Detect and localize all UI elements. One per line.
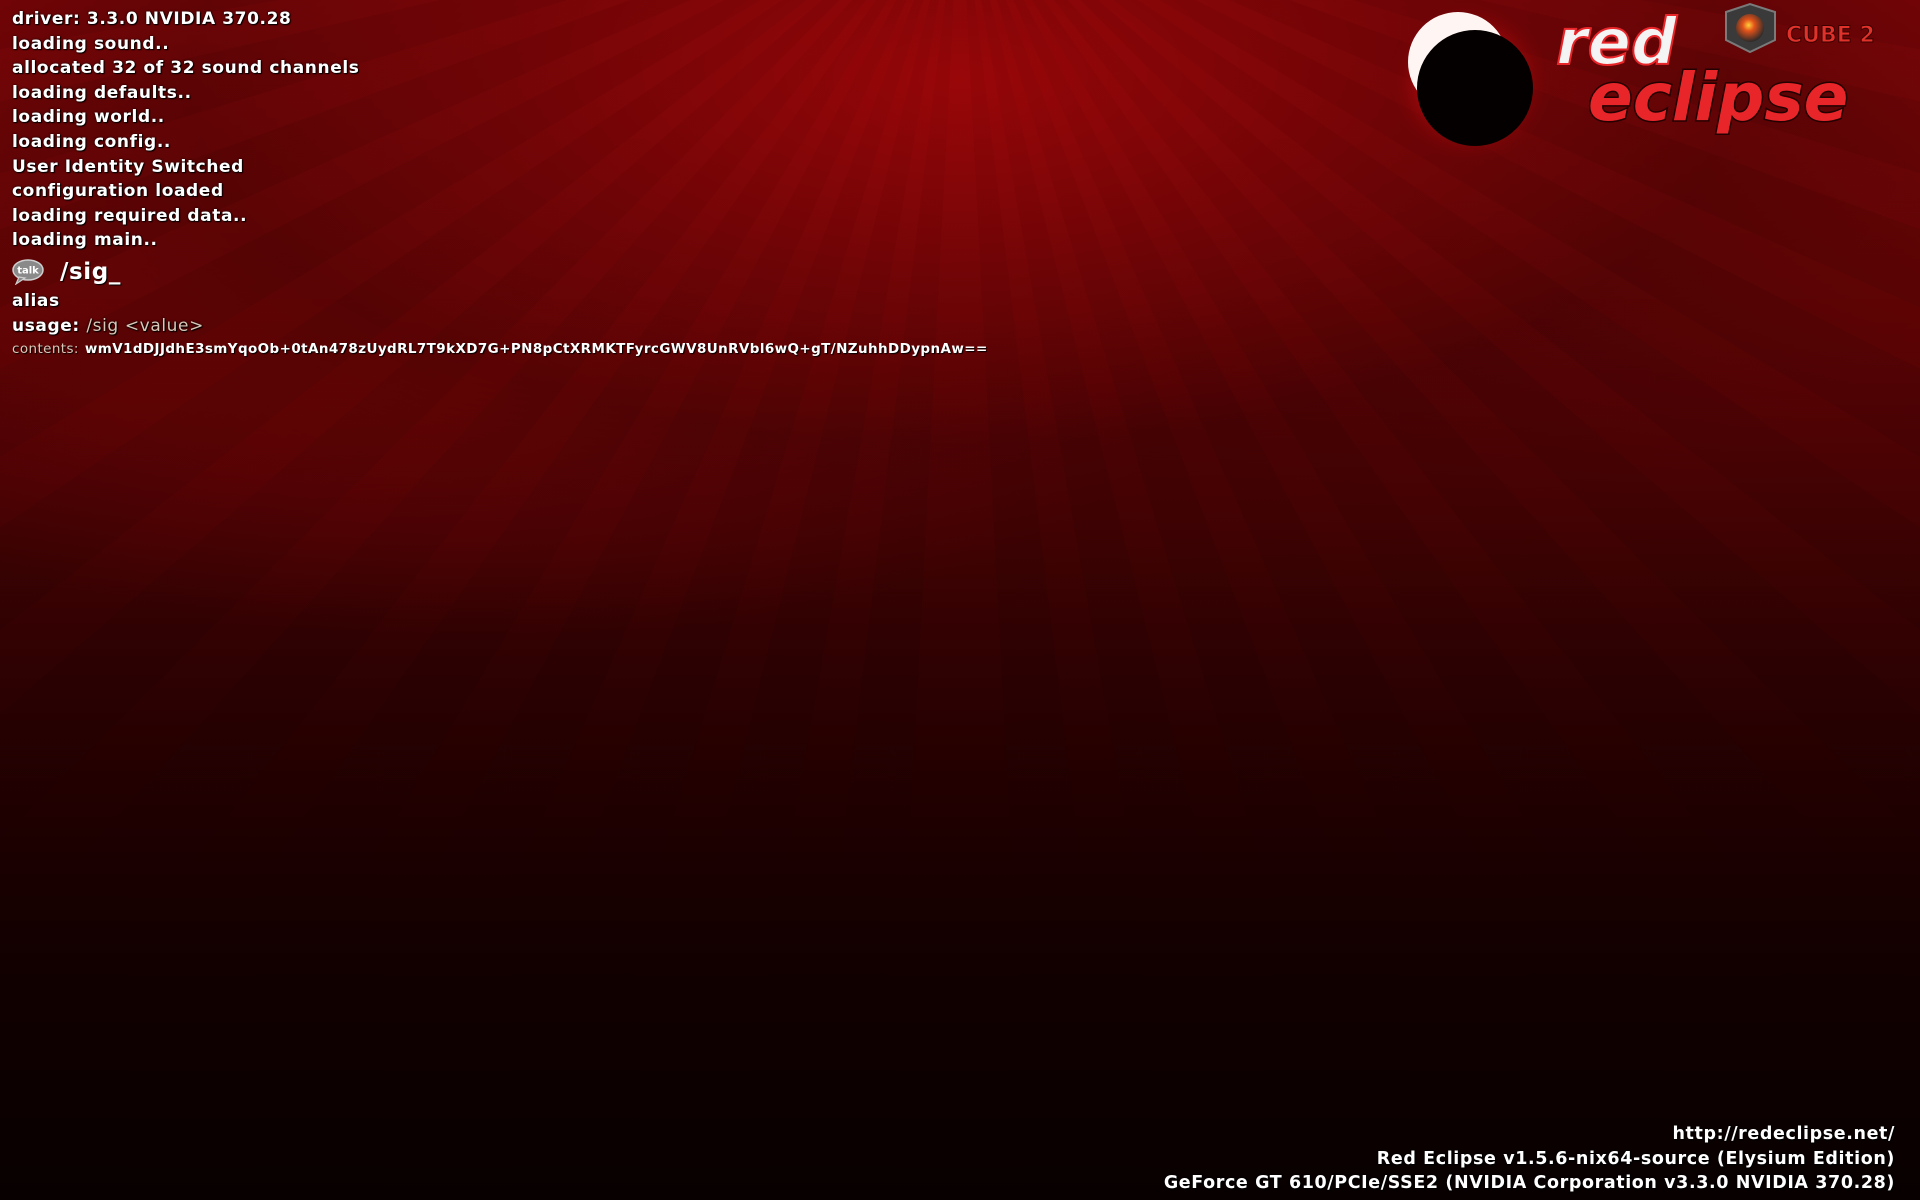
console-line: allocated 32 of 32 sound channels bbox=[12, 58, 360, 79]
console-line: loading main.. bbox=[12, 230, 158, 251]
eclipse-moon bbox=[1417, 30, 1533, 146]
renderer-string: GeForce GT 610/PCIe/SSE2 (NVIDIA Corpora… bbox=[1163, 1173, 1895, 1194]
console-line: loading required data.. bbox=[12, 205, 248, 226]
alias-line: alias bbox=[12, 290, 60, 311]
version-info: http://redeclipse.net/ Red Eclipse v1.5.… bbox=[1164, 1122, 1895, 1196]
talk-bubble-icon: talk bbox=[12, 259, 44, 285]
version-string: Red Eclipse v1.5.6-nix64-source (Elysium… bbox=[1376, 1148, 1895, 1169]
usage-command: /sig <value> bbox=[86, 315, 204, 336]
console-line: loading config.. bbox=[12, 131, 171, 152]
talk-icon-label: talk bbox=[17, 265, 39, 276]
usage-line: usage: /sig <value> bbox=[12, 314, 1112, 339]
red-eclipse-logo: red eclipse CUBE 2 bbox=[1386, 0, 1875, 160]
contents-value: wmV1dDJJdhE3smYqoOb+0tAn478zUydRL7T9kXD7… bbox=[84, 341, 988, 358]
console-line: loading sound.. bbox=[12, 33, 170, 54]
contents-label: contents: bbox=[12, 341, 79, 358]
console-line: driver: 3.3.0 NVIDIA 370.28 bbox=[12, 9, 292, 29]
console-input[interactable]: talk /sig_ bbox=[12, 255, 1112, 289]
contents-line: contents: wmV1dDJJdhE3smYqoOb+0tAn478zUyd… bbox=[12, 338, 1112, 360]
console-line: loading world.. bbox=[12, 107, 165, 128]
cube2-orb bbox=[1736, 14, 1764, 42]
console-line: configuration loaded bbox=[12, 181, 224, 202]
usage-label: usage: bbox=[12, 315, 80, 336]
console-input-text[interactable]: /sig_ bbox=[60, 259, 121, 285]
cube2-badge: CUBE 2 bbox=[1786, 23, 1875, 48]
website-url[interactable]: http://redeclipse.net/ bbox=[1164, 1122, 1895, 1147]
logo-title-eclipse: eclipse bbox=[1588, 59, 1848, 136]
console-output: driver: 3.3.0 NVIDIA 370.28 loading soun… bbox=[12, 7, 1112, 360]
console-line: User Identity Switched bbox=[12, 156, 244, 177]
console-line: loading defaults.. bbox=[12, 82, 192, 103]
